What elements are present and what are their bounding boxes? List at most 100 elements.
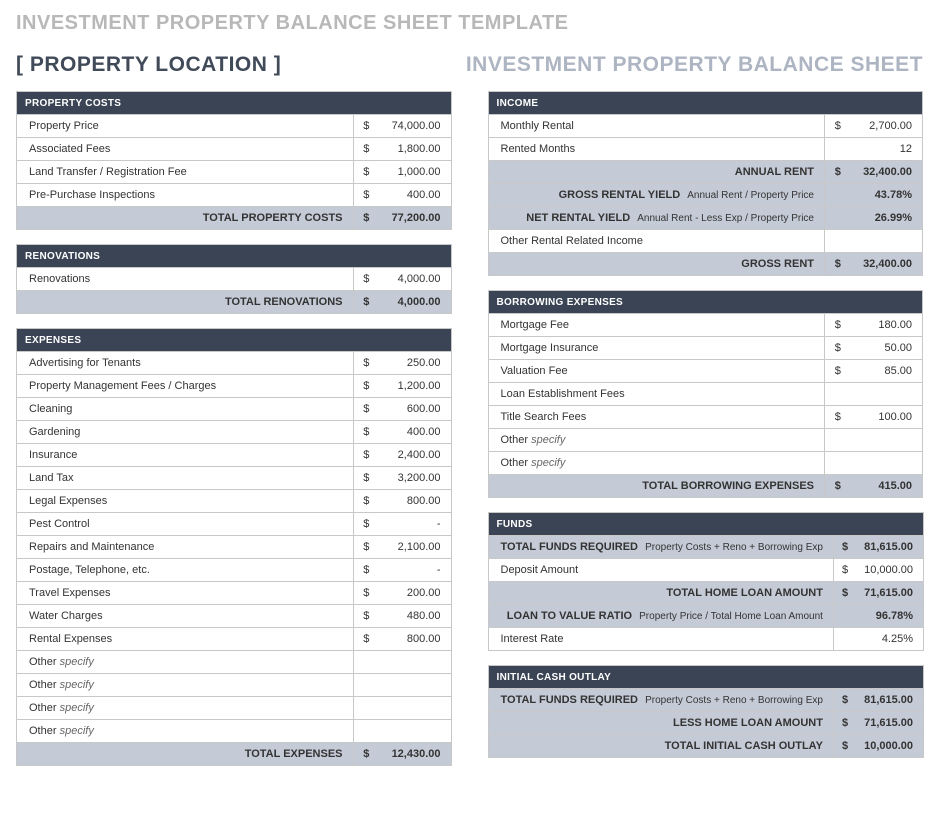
loan-amount-row: TOTAL HOME LOAN AMOUNT$71,615.00: [488, 582, 924, 605]
table-row: Valuation Fee$85.00: [488, 360, 923, 383]
row-amount: [379, 720, 451, 743]
row-amount: 12: [851, 138, 923, 161]
row-label: Rental Expenses: [17, 628, 354, 651]
outlay-header: INITIAL CASH OUTLAY: [488, 666, 924, 689]
total-label: TOTAL INITIAL CASH OUTLAY: [488, 735, 833, 758]
table-row: Other specify: [488, 429, 923, 452]
page-title: INVESTMENT PROPERTY BALANCE SHEET TEMPLA…: [16, 12, 923, 35]
row-label: Other specify: [488, 429, 825, 452]
income-table: INCOME Monthly Rental$2,700.00 Rented Mo…: [488, 91, 924, 276]
row-label: Monthly Rental: [488, 115, 825, 138]
dollar-sign: $: [825, 337, 851, 360]
total-row: TOTAL BORROWING EXPENSES$415.00: [488, 475, 923, 498]
dollar-sign: $: [825, 115, 851, 138]
dollar-sign: $: [353, 398, 379, 421]
table-row: Land Transfer / Registration Fee$1,000.0…: [17, 161, 452, 184]
dollar-sign: $: [353, 490, 379, 513]
table-row: Postage, Telephone, etc.$-: [17, 559, 452, 582]
row-amount: 600.00: [379, 398, 451, 421]
dollar-sign: [353, 674, 379, 697]
row-amount: [379, 674, 451, 697]
dollar-sign: $: [353, 513, 379, 536]
dollar-sign: $: [353, 628, 379, 651]
income-header: INCOME: [488, 92, 923, 115]
row-label: Pre-Purchase Inspections: [17, 184, 354, 207]
row-amount: [379, 697, 451, 720]
table-row: Other specify: [17, 651, 452, 674]
total-amount: 415.00: [851, 475, 923, 498]
row-amount: 400.00: [379, 421, 451, 444]
table-row: Legal Expenses$800.00: [17, 490, 452, 513]
table-row: Cleaning$600.00: [17, 398, 452, 421]
right-column: INCOME Monthly Rental$2,700.00 Rented Mo…: [488, 91, 924, 780]
gross-rent-row: GROSS RENT$32,400.00: [488, 253, 923, 276]
row-label: Land Transfer / Registration Fee: [17, 161, 354, 184]
dollar-sign: $: [833, 559, 856, 582]
dollar-sign: [353, 697, 379, 720]
table-row: Property Price$74,000.00: [17, 115, 452, 138]
row-amount: 480.00: [379, 605, 451, 628]
dollar-sign: $: [353, 743, 379, 766]
dollar-sign: $: [825, 253, 851, 276]
calc-amount: 96.78%: [856, 605, 923, 628]
outlay-funds-row: TOTAL FUNDS REQUIRED Property Costs + Re…: [488, 689, 924, 712]
row-label: Other specify: [17, 651, 354, 674]
dollar-sign: $: [353, 421, 379, 444]
total-row: TOTAL PROPERTY COSTS$77,200.00: [17, 207, 452, 230]
dollar-sign: $: [353, 161, 379, 184]
total-row: TOTAL RENOVATIONS$4,000.00: [17, 291, 452, 314]
table-row: Rental Expenses$800.00: [17, 628, 452, 651]
total-label: TOTAL BORROWING EXPENSES: [488, 475, 825, 498]
annual-rent-row: ANNUAL RENT$32,400.00: [488, 161, 923, 184]
expenses-table: EXPENSES Advertising for Tenants$250.00 …: [16, 328, 452, 766]
dollar-sign: [825, 184, 851, 207]
calc-amount: 81,615.00: [856, 536, 923, 559]
dollar-sign: $: [353, 184, 379, 207]
property-costs-header: PROPERTY COSTS: [17, 92, 452, 115]
row-amount: 180.00: [851, 314, 923, 337]
dollar-sign: [825, 429, 851, 452]
row-amount: 250.00: [379, 352, 451, 375]
total-amount: 32,400.00: [851, 253, 923, 276]
row-label: Associated Fees: [17, 138, 354, 161]
row-amount: 2,700.00: [851, 115, 923, 138]
row-amount: 4.25%: [856, 628, 923, 651]
row-label: Interest Rate: [488, 628, 833, 651]
row-label: Legal Expenses: [17, 490, 354, 513]
total-amount: 10,000.00: [856, 735, 923, 758]
expenses-header: EXPENSES: [17, 329, 452, 352]
dollar-sign: [353, 651, 379, 674]
left-column: PROPERTY COSTS Property Price$74,000.00 …: [16, 91, 452, 780]
table-row: Other specify: [17, 697, 452, 720]
table-row: Other specify: [17, 720, 452, 743]
dollar-sign: $: [833, 689, 856, 712]
calc-label: NET RENTAL YIELD Annual Rent - Less Exp …: [488, 207, 825, 230]
table-row: Mortgage Fee$180.00: [488, 314, 923, 337]
table-row: Insurance$2,400.00: [17, 444, 452, 467]
row-label: Rented Months: [488, 138, 825, 161]
dollar-sign: $: [353, 207, 379, 230]
table-row: Rented Months 12: [488, 138, 923, 161]
calc-label: LOAN TO VALUE RATIO Property Price / Tot…: [488, 605, 833, 628]
dollar-sign: $: [353, 352, 379, 375]
row-amount: -: [379, 513, 451, 536]
dollar-sign: $: [353, 115, 379, 138]
table-row: Other specify: [17, 674, 452, 697]
total-label: TOTAL PROPERTY COSTS: [17, 207, 354, 230]
row-amount: 2,400.00: [379, 444, 451, 467]
row-label: Insurance: [17, 444, 354, 467]
row-label: Other specify: [488, 452, 825, 475]
row-label: Land Tax: [17, 467, 354, 490]
property-location: [ PROPERTY LOCATION ]: [16, 53, 281, 77]
dollar-sign: $: [825, 360, 851, 383]
row-amount: 800.00: [379, 628, 451, 651]
dollar-sign: [833, 605, 856, 628]
row-amount: [851, 230, 923, 253]
dollar-sign: $: [353, 291, 379, 314]
calc-label: TOTAL FUNDS REQUIRED Property Costs + Re…: [488, 689, 833, 712]
total-amount: 32,400.00: [851, 161, 923, 184]
borrowing-table: BORROWING EXPENSES Mortgage Fee$180.00 M…: [488, 290, 924, 498]
calc-label: GROSS RENTAL YIELD Annual Rent / Propert…: [488, 184, 825, 207]
row-label: Loan Establishment Fees: [488, 383, 825, 406]
row-amount: 2,100.00: [379, 536, 451, 559]
